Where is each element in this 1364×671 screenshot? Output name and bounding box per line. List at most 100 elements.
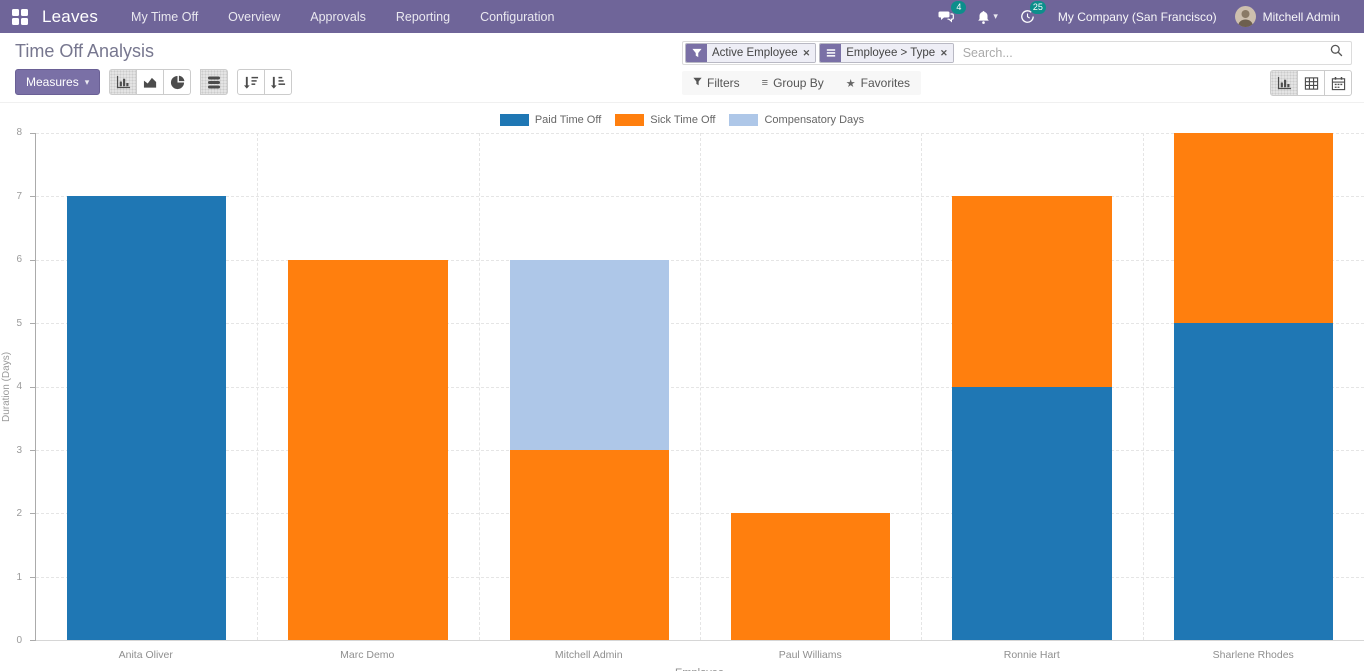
calendar-icon <box>1331 76 1346 91</box>
group-by-icon: ≡ <box>762 77 768 89</box>
group-by-label: Group By <box>773 76 824 90</box>
nav-item-approvals[interactable]: Approvals <box>295 0 381 33</box>
gridline <box>1143 133 1144 640</box>
filter-icon <box>686 44 707 62</box>
legend-item[interactable]: Paid Time Off <box>500 114 601 126</box>
pie-chart-button[interactable] <box>163 69 191 95</box>
bar-segment[interactable] <box>1174 133 1333 323</box>
y-tick-label: 1 <box>16 573 22 583</box>
search-bar[interactable]: Active Employee ✕ Employee > Type ✕ <box>682 41 1352 65</box>
group-by-icon <box>820 44 841 62</box>
bell-icon <box>977 10 990 24</box>
facet-label: Employee > Type <box>846 47 935 59</box>
favorites-menu[interactable]: ★ Favorites <box>835 71 921 95</box>
bar-segment[interactable] <box>952 387 1111 641</box>
apps-menu-icon[interactable] <box>12 9 28 25</box>
y-tick-label: 7 <box>16 192 22 202</box>
legend-item[interactable]: Compensatory Days <box>729 114 864 126</box>
y-tick-label: 3 <box>16 446 22 456</box>
filters-menu[interactable]: Filters <box>682 71 751 95</box>
pivot-view-button[interactable] <box>1297 70 1325 96</box>
facet-remove-icon[interactable]: ✕ <box>803 48 811 59</box>
bar-segment[interactable] <box>510 260 669 450</box>
legend-swatch <box>615 114 644 126</box>
nav-item-configuration[interactable]: Configuration <box>465 0 569 33</box>
user-name: Mitchell Admin <box>1256 10 1348 24</box>
bar-segment[interactable] <box>67 196 226 640</box>
main-menu: My Time Off Overview Approvals Reporting… <box>116 0 569 33</box>
page-title: Time Off Analysis <box>15 41 682 62</box>
facet-label: Active Employee <box>712 47 798 59</box>
legend-label: Sick Time Off <box>650 114 715 126</box>
measures-label: Measures <box>26 75 79 89</box>
x-tick-label: Ronnie Hart <box>921 649 1143 661</box>
chevron-down-icon: ▾ <box>993 11 998 22</box>
nav-item-overview[interactable]: Overview <box>213 0 295 33</box>
y-tick-label: 4 <box>16 382 22 392</box>
y-tick-mark <box>30 323 36 324</box>
search-facet-active-employee[interactable]: Active Employee ✕ <box>685 43 816 63</box>
nav-item-my-time-off[interactable]: My Time Off <box>116 0 213 33</box>
x-tick-label: Anita Oliver <box>35 649 257 661</box>
favorites-label: Favorites <box>861 76 910 90</box>
activities-button[interactable]: 25 <box>1011 5 1044 28</box>
filter-icon <box>693 77 702 89</box>
legend-item[interactable]: Sick Time Off <box>615 114 715 126</box>
facet-remove-icon[interactable]: ✕ <box>940 48 948 59</box>
x-tick-label: Marc Demo <box>257 649 479 661</box>
nav-item-reporting[interactable]: Reporting <box>381 0 465 33</box>
control-panel: Time Off Analysis Measures ▾ <box>0 33 1364 103</box>
group-by-menu[interactable]: ≡ Group By <box>751 71 835 95</box>
sort-ascending-icon <box>271 75 286 90</box>
plot-area <box>35 133 1364 641</box>
chart: Paid Time Off Sick Time Off Compensatory D… <box>0 103 1364 671</box>
legend-swatch <box>729 114 758 126</box>
y-tick-mark <box>30 387 36 388</box>
gridline <box>479 133 480 640</box>
legend-swatch <box>500 114 529 126</box>
x-tick-label: Paul Williams <box>700 649 922 661</box>
bar-segment[interactable] <box>1174 323 1333 640</box>
systray: 4 ▾ 25 My Company (San Francisco) <box>929 5 1364 28</box>
bar-chart-button[interactable] <box>109 69 137 95</box>
gridline <box>921 133 922 640</box>
search-input[interactable] <box>957 46 1328 60</box>
x-tick-label: Mitchell Admin <box>478 649 700 661</box>
chart-type-switcher <box>109 69 191 95</box>
x-tick-label: Sharlene Rhodes <box>1143 649 1364 661</box>
bar-segment[interactable] <box>288 260 447 640</box>
x-axis: Anita OliverMarc DemoMitchell AdminPaul … <box>35 649 1364 663</box>
chevron-down-icon: ▾ <box>85 77 90 88</box>
y-tick-label: 8 <box>16 128 22 138</box>
area-chart-icon <box>143 75 158 90</box>
sort-descending-button[interactable] <box>237 69 265 95</box>
x-axis-title: Employee <box>35 667 1364 671</box>
view-switcher <box>1270 70 1352 96</box>
legend-label: Compensatory Days <box>764 114 864 126</box>
search-icon[interactable] <box>1328 44 1349 62</box>
measures-button[interactable]: Measures ▾ <box>15 69 100 95</box>
messages-count-badge: 4 <box>951 1 966 14</box>
messages-button[interactable]: 4 <box>929 5 964 28</box>
search-options: Filters ≡ Group By ★ Favorites <box>682 71 921 95</box>
notifications-button[interactable]: ▾ <box>968 6 1007 28</box>
y-tick-label: 6 <box>16 255 22 265</box>
line-chart-button[interactable] <box>136 69 164 95</box>
bar-segment[interactable] <box>510 450 669 640</box>
y-tick-mark <box>30 196 36 197</box>
bar-segment[interactable] <box>952 196 1111 386</box>
search-facet-group-by-employee-type[interactable]: Employee > Type ✕ <box>819 43 954 63</box>
sort-ascending-button[interactable] <box>264 69 292 95</box>
app-name[interactable]: Leaves <box>42 7 98 27</box>
graph-view-button[interactable] <box>1270 70 1298 96</box>
y-tick-label: 0 <box>16 636 22 646</box>
bar-chart-icon <box>116 75 131 90</box>
company-switcher[interactable]: My Company (San Francisco) <box>1048 10 1227 24</box>
bar-segment[interactable] <box>731 513 890 640</box>
legend-label: Paid Time Off <box>535 114 601 126</box>
calendar-view-button[interactable] <box>1324 70 1352 96</box>
y-tick-mark <box>30 577 36 578</box>
stacked-toggle-button[interactable] <box>200 69 228 95</box>
avatar <box>1235 6 1256 27</box>
user-menu[interactable]: Mitchell Admin <box>1231 6 1352 27</box>
